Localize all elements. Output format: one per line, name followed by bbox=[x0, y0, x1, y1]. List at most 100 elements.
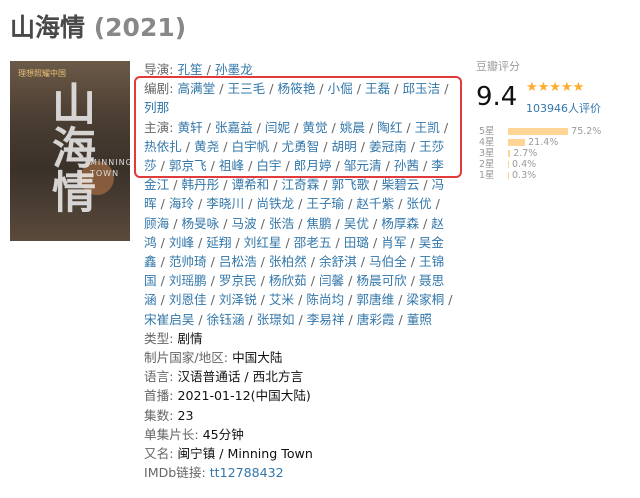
cast-link[interactable]: 延翔 bbox=[206, 235, 231, 250]
cast-link[interactable]: 吕松浩 bbox=[219, 254, 257, 269]
director-list: 孔笙 / 孙墨龙 bbox=[177, 62, 252, 77]
cast-link[interactable]: 刘泽锐 bbox=[219, 292, 257, 307]
imdb-label: IMDb链接: bbox=[144, 465, 206, 481]
cast-link[interactable]: 李易祥 bbox=[307, 312, 345, 327]
cast-link[interactable]: 郭飞歌 bbox=[332, 177, 370, 192]
rating-dist-row: 1星 0.3% bbox=[476, 170, 636, 181]
region-label: 制片国家/地区: bbox=[144, 350, 229, 366]
cast-link[interactable]: 艾米 bbox=[269, 292, 294, 307]
runtime-label: 单集片长: bbox=[144, 426, 199, 442]
cast-link[interactable]: 肖军 bbox=[381, 235, 406, 250]
rating-dist-pct: 0.4% bbox=[512, 159, 537, 170]
cast-link[interactable]: 邵老五 bbox=[294, 235, 332, 250]
rating-dist-label: 5星 bbox=[479, 126, 495, 137]
rating-dist-label: 2星 bbox=[479, 159, 495, 170]
cast-link[interactable]: 罗京民 bbox=[219, 273, 257, 288]
cast-link[interactable]: 柴碧云 bbox=[382, 177, 420, 192]
cast-link[interactable]: 焦鹏 bbox=[306, 216, 331, 231]
aka-row: 又名: 闽宁镇 / Minning Town bbox=[144, 444, 454, 463]
poster-english-line: TOWN bbox=[90, 169, 120, 178]
separator: / bbox=[244, 311, 257, 327]
cast-link[interactable]: 韩丹彤 bbox=[181, 177, 219, 192]
rating-votes-link[interactable]: 103946人评价 bbox=[526, 100, 601, 116]
cast-link[interactable]: 闫馨 bbox=[319, 273, 344, 288]
episodes-label: 集数: bbox=[144, 407, 174, 423]
cast-link[interactable]: 徐钰涵 bbox=[207, 312, 245, 327]
aka-value: 闽宁镇 / Minning Town bbox=[177, 446, 313, 462]
separator: / bbox=[194, 196, 207, 212]
cast-link[interactable]: 田璐 bbox=[344, 235, 369, 250]
episodes-row: 集数: 23 bbox=[144, 406, 454, 425]
cast-link[interactable]: 杨欣茹 bbox=[269, 273, 307, 288]
cast-link[interactable]: 余舒淇 bbox=[319, 254, 357, 269]
rating-dist-bar bbox=[508, 172, 509, 179]
cast-link[interactable]: 刘瑶鹏 bbox=[169, 273, 207, 288]
imdb-link[interactable]: tt12788432 bbox=[210, 465, 284, 480]
rating-dist-pct: 2.7% bbox=[513, 148, 538, 159]
rating-header: 豆瓣评分 bbox=[476, 60, 520, 73]
title-year: (2021) bbox=[93, 13, 187, 42]
separator: / bbox=[156, 254, 169, 270]
cast-link[interactable]: 郭唐维 bbox=[356, 292, 394, 307]
cast-link[interactable]: 张柏然 bbox=[269, 254, 307, 269]
language-value: 汉语普通话 / 西北方言 bbox=[177, 369, 304, 385]
cast-link[interactable]: 马伯全 bbox=[369, 254, 407, 269]
separator: / bbox=[394, 311, 407, 327]
separator: / bbox=[294, 311, 307, 327]
separator: / bbox=[431, 196, 440, 212]
cast-link[interactable]: 唐彩霞 bbox=[357, 312, 395, 327]
separator: / bbox=[331, 234, 344, 250]
runtime-value: 45分钟 bbox=[202, 426, 244, 442]
cast-link[interactable]: 江奇霖 bbox=[282, 177, 320, 192]
separator: / bbox=[206, 273, 219, 289]
genre-label: 类型: bbox=[144, 330, 174, 346]
rating-dist-bar bbox=[508, 161, 509, 168]
cast-link[interactable]: 李晓川 bbox=[206, 196, 244, 211]
cast-link[interactable]: 马波 bbox=[231, 216, 256, 231]
poster-english-line: MINNING bbox=[90, 158, 130, 167]
cast-link[interactable]: 吴优 bbox=[344, 216, 369, 231]
separator: / bbox=[169, 177, 182, 193]
cast-link[interactable]: 赵千紫 bbox=[356, 196, 394, 211]
cast-link[interactable]: 王子瑜 bbox=[306, 196, 344, 211]
separator: / bbox=[319, 177, 332, 193]
cast-link[interactable]: 杨旻咏 bbox=[181, 216, 219, 231]
director-link[interactable]: 孔笙 bbox=[177, 62, 202, 77]
separator: / bbox=[294, 292, 307, 308]
cast-link[interactable]: 张璟如 bbox=[257, 312, 295, 327]
premiere-value: 2021-01-12(中国大陆) bbox=[177, 388, 311, 404]
cast-link[interactable]: 张浩 bbox=[269, 216, 294, 231]
separator: / bbox=[256, 254, 269, 270]
cast-link[interactable]: 尚铁龙 bbox=[256, 196, 294, 211]
cast-link[interactable]: 杨晨可欣 bbox=[356, 273, 406, 288]
director-link[interactable]: 孙墨龙 bbox=[215, 62, 253, 77]
cast-link[interactable]: 杨厚森 bbox=[381, 216, 419, 231]
cast-link[interactable]: 刘红星 bbox=[244, 235, 282, 250]
separator: / bbox=[206, 254, 219, 270]
cast-link[interactable]: 宋崔启吴 bbox=[144, 312, 194, 327]
cast-link[interactable]: 张优 bbox=[406, 196, 431, 211]
rating-dist-label: 3星 bbox=[479, 148, 495, 159]
separator: / bbox=[394, 292, 407, 308]
separator: / bbox=[202, 62, 215, 77]
cast-link[interactable]: 董照 bbox=[407, 312, 432, 327]
cast-link[interactable]: 刘恩佳 bbox=[169, 292, 207, 307]
separator: / bbox=[344, 292, 357, 308]
cast-link[interactable]: 海玲 bbox=[169, 196, 194, 211]
premiere-row: 首播: 2021-01-12(中国大陆) bbox=[144, 386, 454, 405]
page-title: 山海情 (2021) bbox=[10, 8, 186, 44]
separator: / bbox=[269, 177, 282, 193]
cast-link[interactable]: 陈尚均 bbox=[306, 292, 344, 307]
cast-link[interactable]: 梁家桐 bbox=[406, 292, 444, 307]
title-name: 山海情 bbox=[10, 13, 86, 42]
region-row: 制片国家/地区: 中国大陆 bbox=[144, 348, 454, 367]
cast-link[interactable]: 谭希和 bbox=[231, 177, 269, 192]
separator: / bbox=[419, 177, 432, 193]
cast-link[interactable]: 范帅琦 bbox=[169, 254, 207, 269]
cast-link[interactable]: 刘峰 bbox=[169, 235, 194, 250]
cast-link[interactable]: 顾海 bbox=[144, 216, 169, 231]
poster-title: 山海情 bbox=[44, 81, 95, 213]
separator: / bbox=[344, 311, 357, 327]
poster-image[interactable]: 理想照耀中国 山海情 MINNING TOWN bbox=[10, 61, 130, 241]
highlight-box bbox=[134, 76, 462, 178]
